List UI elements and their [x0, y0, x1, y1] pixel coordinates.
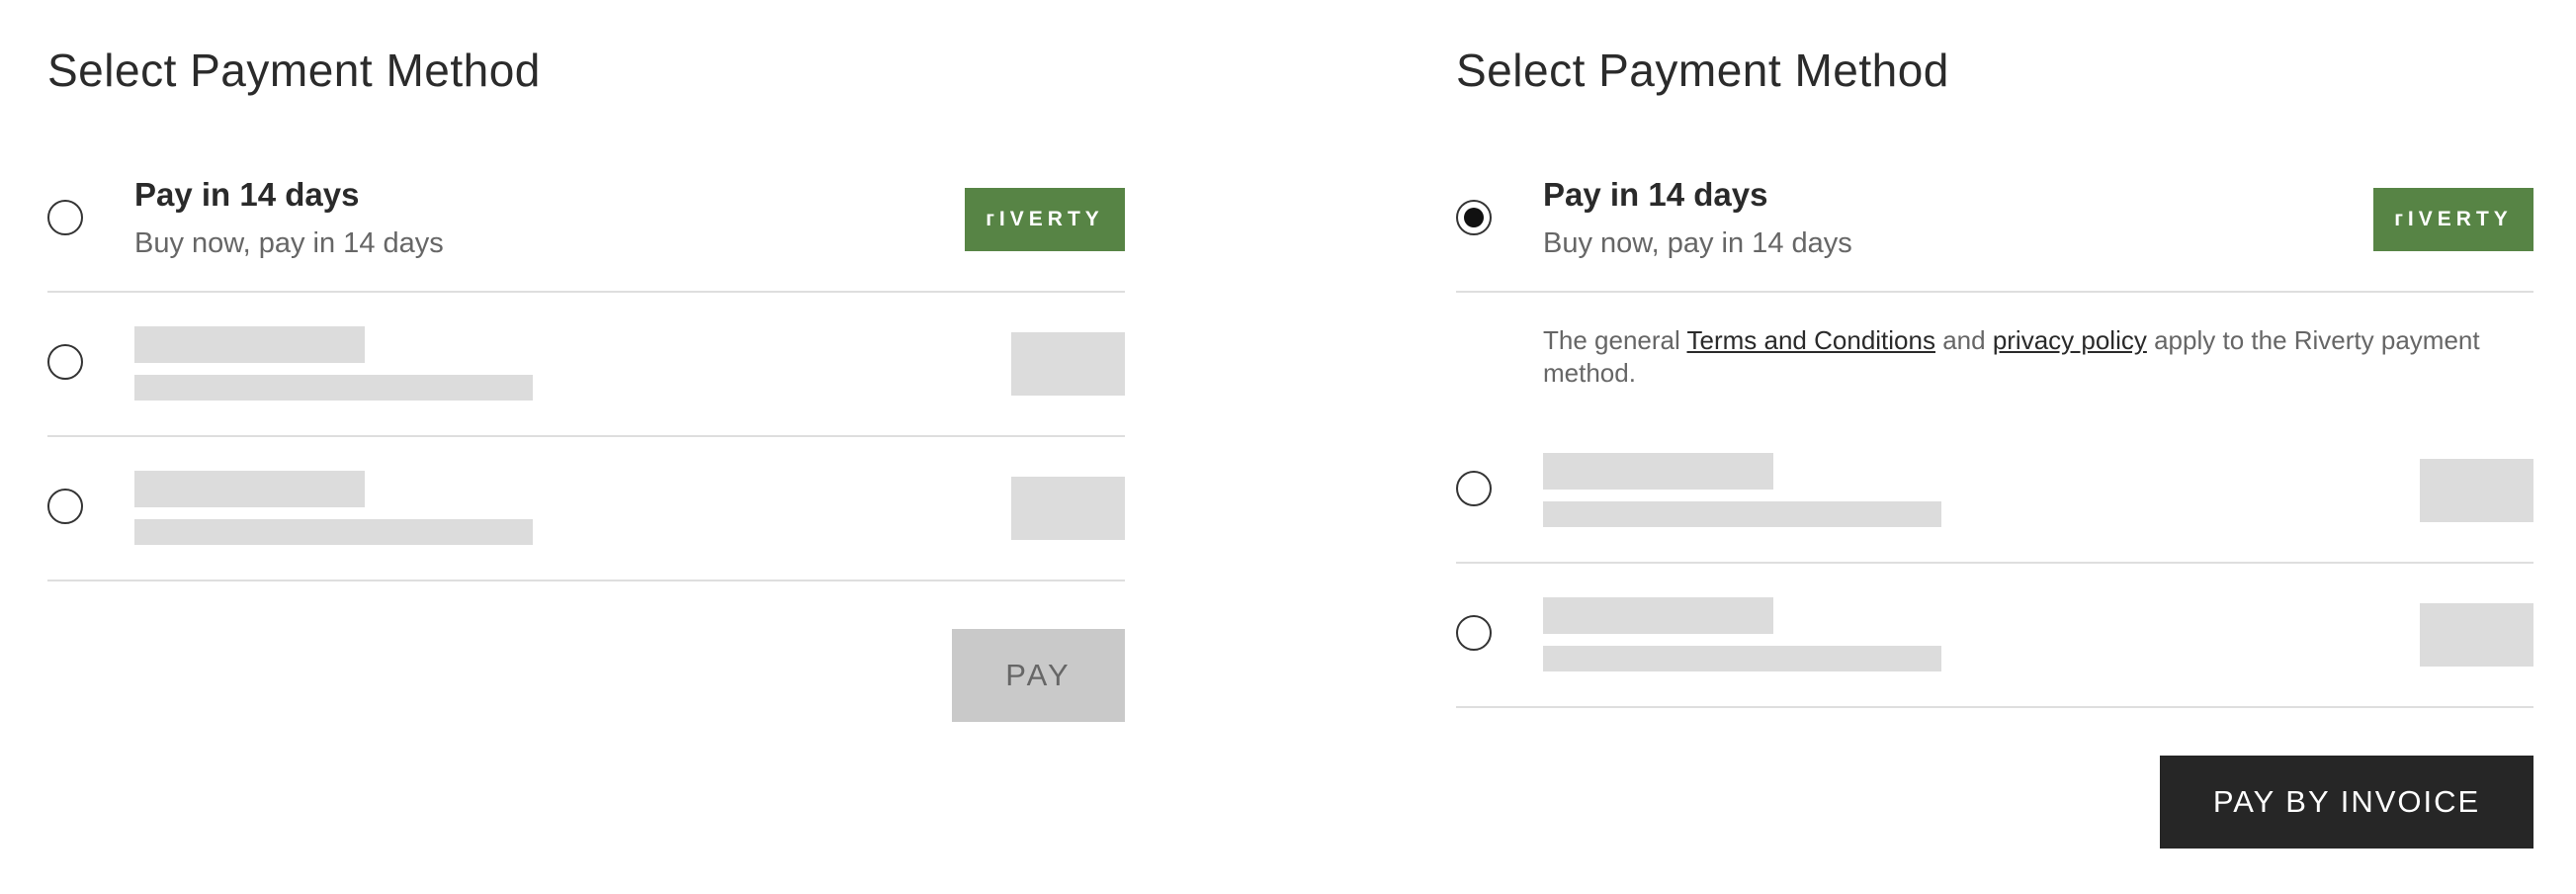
option-subtitle: Buy now, pay in 14 days [134, 227, 444, 259]
radio-unchecked-icon[interactable] [47, 489, 83, 524]
pay-by-invoice-button[interactable]: PAY BY INVOICE [2160, 756, 2533, 849]
skeleton-logo [2420, 603, 2533, 667]
radio-unchecked-icon[interactable] [1456, 471, 1492, 506]
option-title: Pay in 14 days [134, 176, 360, 213]
radio-unchecked-icon[interactable] [1456, 615, 1492, 651]
payment-option-riverty[interactable]: Pay in 14 days Buy now, pay in 14 days ᴦ… [1456, 158, 2533, 293]
option-subtitle: Buy now, pay in 14 days [1543, 227, 1852, 259]
skeleton-logo [1011, 477, 1125, 540]
option-title: Pay in 14 days [1543, 176, 1768, 213]
skeleton-title [1543, 597, 1773, 634]
radio-checked-icon[interactable] [1456, 200, 1492, 235]
riverty-logo: ᴦIVERTY [2373, 188, 2533, 251]
radio-unchecked-icon[interactable] [47, 200, 83, 235]
skeleton-logo [1011, 332, 1125, 396]
skeleton-title [134, 471, 365, 507]
skeleton-title [1543, 453, 1773, 490]
skeleton-subtitle [134, 375, 533, 401]
skeleton-subtitle [1543, 646, 1941, 671]
payment-option-placeholder[interactable] [47, 291, 1125, 437]
pay-button[interactable]: PAY [952, 629, 1125, 722]
terms-notice: The general Terms and Conditions and pri… [1543, 324, 2492, 390]
terms-middle: and [1934, 325, 1993, 355]
payment-option-riverty[interactable]: Pay in 14 days Buy now, pay in 14 days ᴦ… [47, 158, 1125, 293]
terms-and-conditions-link[interactable]: Terms and Conditions [1687, 325, 1935, 355]
payment-panel-unselected: Select Payment Method Pay in 14 days Buy… [47, 0, 1125, 894]
payment-option-placeholder[interactable] [1456, 417, 2533, 564]
privacy-policy-link[interactable]: privacy policy [1993, 325, 2147, 355]
skeleton-logo [2420, 459, 2533, 522]
riverty-logo: ᴦIVERTY [965, 188, 1125, 251]
radio-unchecked-icon[interactable] [47, 344, 83, 380]
page-title: Select Payment Method [1456, 45, 1949, 96]
terms-prefix: The general [1543, 325, 1687, 355]
page-title: Select Payment Method [47, 45, 541, 96]
skeleton-title [134, 326, 365, 363]
payment-option-placeholder[interactable] [47, 435, 1125, 581]
skeleton-subtitle [134, 519, 533, 545]
skeleton-subtitle [1543, 501, 1941, 527]
payment-option-placeholder[interactable] [1456, 562, 2533, 708]
payment-panel-selected: Select Payment Method Pay in 14 days Buy… [1456, 0, 2533, 894]
